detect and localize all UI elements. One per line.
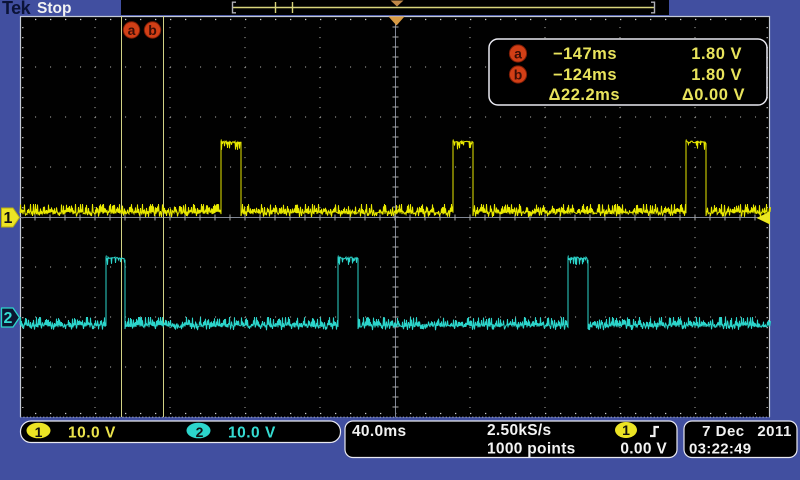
svg-text:10.0 V: 10.0 V — [228, 425, 276, 442]
svg-text:−147ms: −147ms — [553, 45, 617, 63]
svg-text:Stop: Stop — [37, 0, 71, 17]
svg-text:1000 points: 1000 points — [487, 441, 576, 458]
svg-text:7 Dec 2011: 7 Dec 2011 — [702, 423, 792, 440]
svg-text:1: 1 — [35, 424, 43, 440]
svg-text:a: a — [128, 22, 136, 38]
svg-text:03:22:49: 03:22:49 — [689, 441, 751, 458]
svg-text:b: b — [148, 22, 157, 38]
svg-text:a: a — [514, 46, 522, 62]
svg-text:Δ22.2ms: Δ22.2ms — [549, 86, 620, 104]
svg-text:10.0 V: 10.0 V — [68, 425, 116, 442]
svg-text:−124ms: −124ms — [553, 66, 617, 84]
svg-text:1: 1 — [622, 422, 630, 438]
svg-text:1: 1 — [4, 210, 13, 227]
svg-text:2: 2 — [196, 424, 204, 440]
svg-text:1.80 V: 1.80 V — [691, 66, 742, 84]
svg-text:0.00 V: 0.00 V — [620, 441, 667, 458]
svg-text:2.50kS/s: 2.50kS/s — [487, 422, 551, 439]
svg-text:Δ0.00 V: Δ0.00 V — [682, 86, 745, 104]
svg-text:1.80 V: 1.80 V — [691, 45, 742, 63]
svg-text:2: 2 — [4, 310, 13, 327]
svg-text:40.0ms: 40.0ms — [352, 423, 406, 440]
svg-text:Tek: Tek — [2, 0, 32, 18]
svg-text:b: b — [514, 67, 523, 83]
